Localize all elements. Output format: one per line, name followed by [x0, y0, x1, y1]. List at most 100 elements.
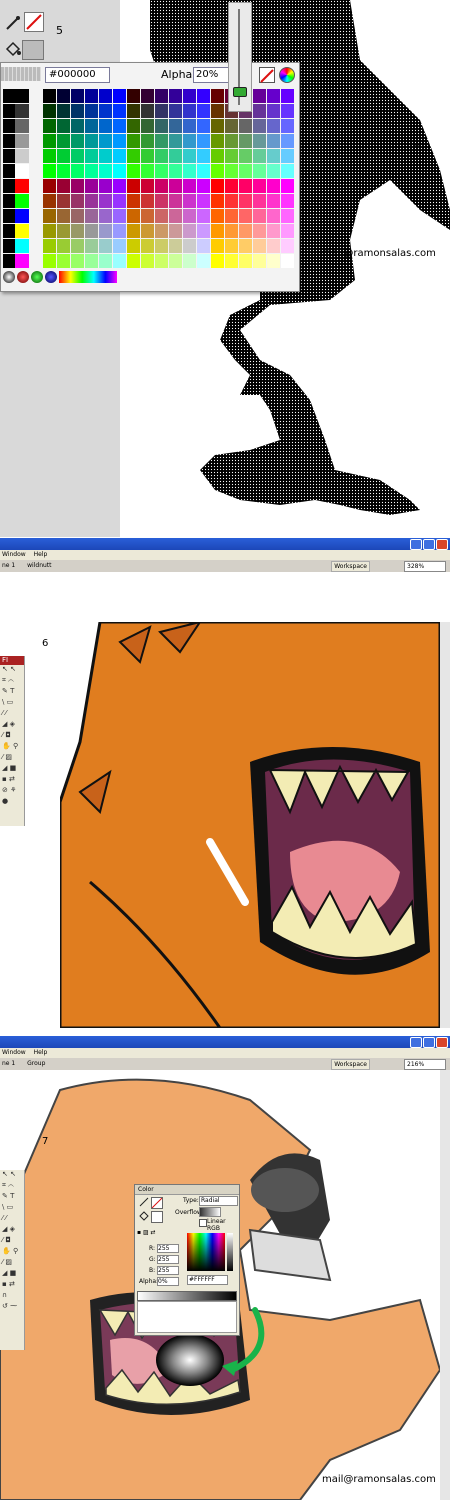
swatch-color[interactable]	[71, 119, 84, 133]
swatch-color[interactable]	[99, 194, 112, 208]
swatch-color[interactable]	[43, 119, 56, 133]
eyedropper-tool[interactable]: ⁄ ◘	[0, 731, 24, 742]
swatch-color[interactable]	[141, 149, 154, 163]
swatch-color[interactable]	[113, 119, 126, 133]
swatch-black[interactable]	[3, 179, 15, 193]
swatch-color[interactable]	[225, 254, 238, 268]
swatch-color[interactable]	[225, 164, 238, 178]
swatch-color[interactable]	[211, 164, 224, 178]
swatch-color[interactable]	[43, 194, 56, 208]
swatch-color[interactable]	[43, 89, 56, 103]
swatch-color[interactable]	[239, 209, 252, 223]
no-color-icon[interactable]	[259, 67, 275, 83]
close-button[interactable]	[436, 1037, 448, 1048]
swatch-color[interactable]	[267, 104, 280, 118]
gradient-swatch-red[interactable]	[17, 271, 29, 283]
swatch-color[interactable]	[57, 224, 70, 238]
swatch-color[interactable]	[239, 164, 252, 178]
swatch-color[interactable]	[169, 164, 182, 178]
swatch-color[interactable]	[197, 254, 210, 268]
swatch-color[interactable]	[141, 164, 154, 178]
swatch-color[interactable]	[57, 239, 70, 253]
swatch-color[interactable]	[43, 149, 56, 163]
swatch-color[interactable]	[169, 209, 182, 223]
swatch-color[interactable]	[155, 209, 168, 223]
swatch-color[interactable]	[239, 149, 252, 163]
stroke-color-tool[interactable]: ⁄ ▨	[0, 753, 24, 764]
swatch-color[interactable]	[267, 224, 280, 238]
swatch-color[interactable]	[85, 149, 98, 163]
swatch-color[interactable]	[57, 179, 70, 193]
swatch-color[interactable]	[169, 119, 182, 133]
swatch-color[interactable]	[211, 239, 224, 253]
swatch-color[interactable]	[183, 209, 196, 223]
swatch-color[interactable]	[99, 89, 112, 103]
swatch-color[interactable]	[155, 89, 168, 103]
swatch-color[interactable]	[183, 149, 196, 163]
swatch-basic[interactable]	[15, 89, 29, 103]
fill-color-swatch[interactable]	[22, 40, 44, 60]
swap-colors-tool[interactable]: ▪ ⇄	[0, 775, 24, 786]
swatch-color[interactable]	[211, 179, 224, 193]
swatch-color[interactable]	[127, 179, 140, 193]
swatch-color[interactable]	[281, 134, 294, 148]
swatch-color[interactable]	[183, 104, 196, 118]
stroke-swatch[interactable]	[151, 1197, 163, 1209]
swatch-color[interactable]	[211, 119, 224, 133]
close-button[interactable]	[436, 539, 448, 550]
minimize-button[interactable]	[410, 539, 422, 550]
swatch-color[interactable]	[225, 239, 238, 253]
swatch-color[interactable]	[197, 164, 210, 178]
swatch-color[interactable]	[57, 134, 70, 148]
swatch-color[interactable]	[169, 104, 182, 118]
swatch-color[interactable]	[127, 164, 140, 178]
breadcrumb-symbol[interactable]: wildnutt	[27, 562, 51, 569]
swatch-color[interactable]	[71, 89, 84, 103]
swatch-color[interactable]	[183, 224, 196, 238]
swatch-color[interactable]	[127, 104, 140, 118]
swatch-color[interactable]	[43, 239, 56, 253]
swatch-color[interactable]	[113, 89, 126, 103]
hand-tool[interactable]: ✋ ⚲	[0, 1247, 24, 1258]
breadcrumb-group[interactable]: Group	[27, 1060, 45, 1067]
swatch-color[interactable]	[43, 224, 56, 238]
swatch-color[interactable]	[267, 134, 280, 148]
swatch-color[interactable]	[85, 134, 98, 148]
swatch-color[interactable]	[197, 194, 210, 208]
swatch-color[interactable]	[113, 134, 126, 148]
swatch-color[interactable]	[253, 194, 266, 208]
gradient-swatch-rainbow[interactable]	[59, 271, 117, 283]
swatch-color[interactable]	[183, 134, 196, 148]
swatch-color[interactable]	[225, 134, 238, 148]
fill-type-select[interactable]: Radial	[199, 1196, 238, 1206]
swatch-color[interactable]	[281, 209, 294, 223]
workspace-button[interactable]: Workspace	[331, 1059, 370, 1070]
swatch-color[interactable]	[169, 134, 182, 148]
swatch-color[interactable]	[43, 134, 56, 148]
swatch-color[interactable]	[127, 209, 140, 223]
swatch-color[interactable]	[197, 104, 210, 118]
swatch-color[interactable]	[113, 164, 126, 178]
swatch-color[interactable]	[211, 134, 224, 148]
selection-tool[interactable]: ↖ ↖	[0, 1170, 24, 1181]
swatch-color[interactable]	[169, 89, 182, 103]
swatch-color[interactable]	[183, 119, 196, 133]
swatch-color[interactable]	[155, 119, 168, 133]
swatch-color[interactable]	[253, 164, 266, 178]
swatch-black[interactable]	[3, 104, 15, 118]
swatch-color[interactable]	[99, 119, 112, 133]
swatch-color[interactable]	[99, 179, 112, 193]
swatch-color[interactable]	[281, 179, 294, 193]
swatch-color[interactable]	[267, 149, 280, 163]
swatch-color[interactable]	[113, 209, 126, 223]
swatch-color[interactable]	[141, 194, 154, 208]
swatch-color[interactable]	[169, 149, 182, 163]
swatch-color[interactable]	[267, 239, 280, 253]
fill-swatch[interactable]	[151, 1211, 163, 1223]
free-transform-tool[interactable]: ⌗ ⌒	[0, 1181, 24, 1192]
swatch-color[interactable]	[183, 194, 196, 208]
swatch-color[interactable]	[183, 164, 196, 178]
swatch-color[interactable]	[169, 254, 182, 268]
swatch-color[interactable]	[239, 224, 252, 238]
hex-color-input[interactable]: #000000	[45, 67, 110, 83]
